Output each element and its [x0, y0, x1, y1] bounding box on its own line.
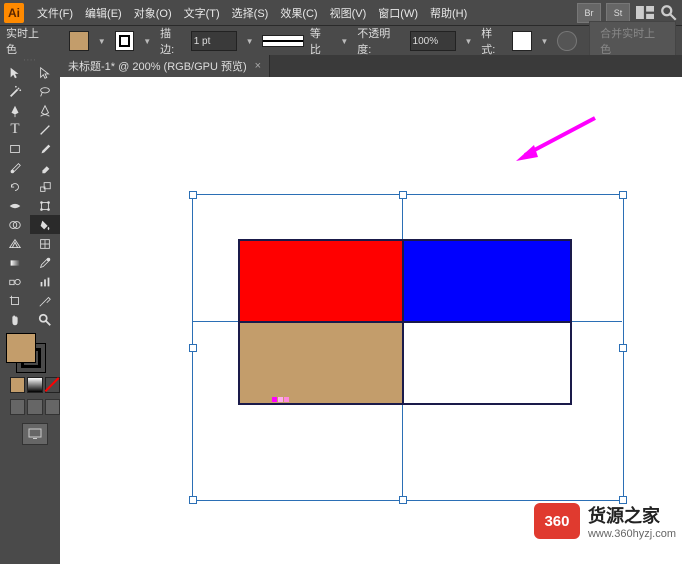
stroke-weight-input[interactable]: [191, 31, 237, 51]
menu-edit[interactable]: 编辑(E): [80, 2, 127, 24]
menu-effect[interactable]: 效果(C): [275, 2, 322, 24]
shaper-tool[interactable]: [0, 158, 30, 177]
menubar: Ai 文件(F) 编辑(E) 对象(O) 文字(T) 选择(S) 效果(C) 视…: [0, 0, 682, 25]
pen-tool[interactable]: [0, 101, 30, 120]
stroke-dropdown-icon[interactable]: ▼: [140, 34, 154, 48]
slice-tool[interactable]: [30, 291, 60, 310]
bbox-handle[interactable]: [619, 344, 627, 352]
lasso-tool[interactable]: [30, 82, 60, 101]
shape-builder-tool[interactable]: [0, 215, 30, 234]
stroke-weight-stepper-icon[interactable]: ▼: [243, 34, 257, 48]
bbox-handle[interactable]: [189, 496, 197, 504]
none-mode-icon[interactable]: [45, 377, 60, 393]
fill-stroke-block: [0, 329, 60, 445]
column-graph-tool[interactable]: [30, 272, 60, 291]
search-icon[interactable]: [660, 6, 678, 20]
menu-view[interactable]: 视图(V): [325, 2, 372, 24]
close-tab-icon[interactable]: ×: [255, 60, 261, 72]
bbox-handle[interactable]: [399, 496, 407, 504]
menu-window[interactable]: 窗口(W): [373, 2, 423, 24]
document-tabbar: 未标题-1* @ 200% (RGB/GPU 预览) ×: [60, 55, 682, 77]
document-tab-title: 未标题-1* @ 200% (RGB/GPU 预览): [68, 58, 247, 74]
fill-dropdown-icon[interactable]: ▼: [95, 34, 109, 48]
watermark: 360 货源之家 www.360hyzj.com: [534, 502, 676, 540]
style-dropdown-icon[interactable]: ▼: [538, 34, 552, 48]
live-paint-cursor-icon: [272, 393, 292, 409]
watermark-title: 货源之家: [588, 502, 660, 528]
rotate-tool[interactable]: [0, 177, 30, 196]
free-transform-tool[interactable]: [30, 196, 60, 215]
draw-behind-icon[interactable]: [27, 399, 42, 415]
watermark-logo: 360: [534, 503, 580, 539]
uniform-dropdown-icon[interactable]: ▼: [337, 34, 351, 48]
menu-select[interactable]: 选择(S): [227, 2, 274, 24]
line-tool[interactable]: [30, 120, 60, 139]
recolor-artwork-icon[interactable]: [557, 31, 577, 51]
tools-panel: ∙∙∙∙ T: [0, 55, 61, 564]
stroke-label: 描边:: [160, 25, 185, 57]
stroke-swatch[interactable]: [115, 31, 135, 51]
curvature-tool[interactable]: [30, 101, 60, 120]
draw-normal-icon[interactable]: [10, 399, 25, 415]
mesh-tool[interactable]: [30, 234, 60, 253]
style-label: 样式:: [481, 25, 506, 57]
opacity-dropdown-icon[interactable]: ▼: [462, 34, 476, 48]
uniform-label: 等比: [310, 25, 332, 57]
menu-object[interactable]: 对象(O): [129, 2, 177, 24]
direct-selection-tool[interactable]: [30, 63, 60, 82]
style-swatch[interactable]: [512, 31, 532, 51]
menu-help[interactable]: 帮助(H): [425, 2, 472, 24]
eyedropper-tool[interactable]: [30, 253, 60, 272]
rectangle-tool[interactable]: [0, 139, 30, 158]
empty-rectangle[interactable]: [402, 321, 572, 405]
canvas[interactable]: 360 货源之家 www.360hyzj.com: [60, 77, 682, 564]
perspective-grid-tool[interactable]: [0, 234, 30, 253]
menu-file[interactable]: 文件(F): [32, 2, 78, 24]
opacity-input[interactable]: [410, 31, 456, 51]
bbox-handle[interactable]: [399, 191, 407, 199]
fill-color-swatch[interactable]: [6, 333, 36, 363]
app-root: Ai 文件(F) 编辑(E) 对象(O) 文字(T) 选择(S) 效果(C) 视…: [0, 0, 682, 564]
bbox-handle[interactable]: [619, 191, 627, 199]
document-tab[interactable]: 未标题-1* @ 200% (RGB/GPU 预览) ×: [60, 55, 270, 77]
menu-type[interactable]: 文字(T): [179, 2, 225, 24]
ai-logo[interactable]: Ai: [4, 3, 24, 23]
bridge-button[interactable]: Br: [577, 3, 601, 23]
screen-mode-button[interactable]: [22, 423, 48, 445]
magic-wand-tool[interactable]: [0, 82, 30, 101]
opacity-label: 不透明度:: [357, 25, 403, 57]
control-bar: 实时上色 ▼ ▼ 描边: ▼ 等比 ▼ 不透明度: ▼ 样式: ▼ 合并实时上色: [0, 25, 682, 56]
annotation-arrow-icon: [510, 113, 600, 163]
fill-swatch[interactable]: [69, 31, 89, 51]
hand-tool[interactable]: [0, 310, 30, 329]
live-paint-bucket-tool[interactable]: [30, 215, 60, 234]
scale-tool[interactable]: [30, 177, 60, 196]
document-area: 未标题-1* @ 200% (RGB/GPU 预览) ×: [60, 55, 682, 564]
panel-grip-icon[interactable]: ∙∙∙∙: [0, 55, 60, 63]
bbox-handle[interactable]: [189, 344, 197, 352]
type-tool[interactable]: T: [0, 120, 30, 139]
stock-button[interactable]: St: [606, 3, 630, 23]
selection-tool[interactable]: [0, 63, 30, 82]
color-mode-icon[interactable]: [10, 377, 25, 393]
eraser-tool[interactable]: [30, 158, 60, 177]
blend-tool[interactable]: [0, 272, 30, 291]
stroke-profile[interactable]: [262, 35, 303, 47]
gradient-tool[interactable]: [0, 253, 30, 272]
gradient-mode-icon[interactable]: [27, 377, 42, 393]
bbox-handle[interactable]: [189, 191, 197, 199]
artboard-tool[interactable]: [0, 291, 30, 310]
tan-rectangle[interactable]: [238, 321, 404, 405]
arrange-icon[interactable]: [636, 6, 654, 20]
blue-rectangle[interactable]: [402, 239, 572, 323]
width-tool[interactable]: [0, 196, 30, 215]
red-rectangle[interactable]: [238, 239, 404, 323]
watermark-url: www.360hyzj.com: [588, 528, 676, 540]
zoom-tool[interactable]: [30, 310, 60, 329]
mode-label: 实时上色: [6, 25, 49, 57]
draw-inside-icon[interactable]: [45, 399, 60, 415]
brush-tool[interactable]: [30, 139, 60, 158]
